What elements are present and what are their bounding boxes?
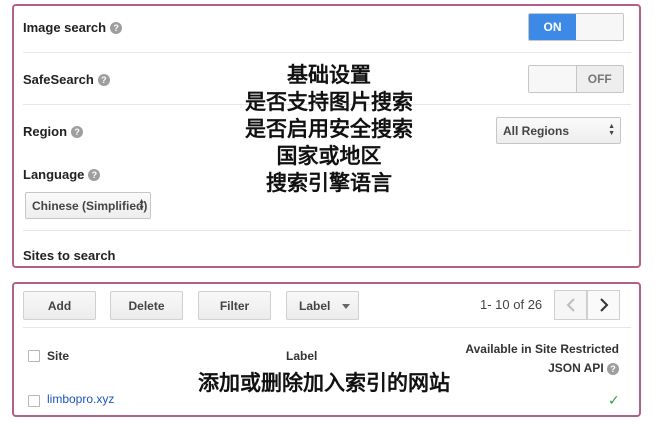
divider (23, 230, 631, 231)
annotation-line: 是否启用安全搜索 (245, 117, 413, 141)
help-icon[interactable]: ? (110, 21, 123, 34)
api-header-text: JSON API (548, 361, 604, 375)
sites-table-panel: Add Delete Filter Label 1- 10 of 26 Site… (12, 282, 641, 417)
annotation-line: 搜索引擎语言 (266, 171, 392, 195)
caret-down-icon (342, 304, 350, 309)
region-row-label: Region ? (23, 124, 84, 139)
annotation-basic-settings: 基础设置 是否支持图片搜索 是否启用安全搜索 国家或地区 搜索引擎语言 (204, 62, 454, 197)
filter-button[interactable]: Filter (198, 291, 271, 320)
next-page-button[interactable] (587, 290, 620, 320)
toggle-off-area[interactable] (576, 14, 623, 40)
toggle-off-state[interactable]: OFF (575, 66, 623, 92)
language-label: Language (23, 167, 85, 182)
divider (23, 327, 631, 328)
help-icon[interactable]: ? (71, 125, 84, 138)
pager-count: 1- 10 of 26 (480, 297, 543, 312)
select-all-checkbox[interactable] (28, 350, 40, 362)
safesearch-row-label: SafeSearch ? (23, 72, 110, 87)
annotation-line: 是否支持图片搜索 (245, 90, 413, 114)
label-column-header: Label (286, 349, 318, 363)
annotation-line: 国家或地区 (276, 144, 382, 168)
divider (23, 52, 631, 53)
sites-to-search-text: Sites to search (23, 248, 116, 263)
safesearch-toggle[interactable]: OFF (528, 65, 624, 93)
image-search-row-label: Image search ? (23, 20, 123, 35)
annotation-add-remove-sites: 添加或删除加入索引的网站 (198, 371, 450, 395)
prev-page-button[interactable] (554, 290, 587, 320)
sites-to-search-label: Sites to search (23, 248, 116, 263)
delete-button[interactable]: Delete (110, 291, 183, 320)
toggle-on-area[interactable] (529, 66, 576, 92)
safesearch-label: SafeSearch (23, 72, 94, 87)
region-select-value: All Regions (503, 123, 570, 138)
site-link[interactable]: limbopro.xyz (47, 392, 114, 406)
annotation-line: 基础设置 (287, 63, 371, 87)
select-arrows-icon: ▲ ▼ (608, 123, 615, 137)
api-header-line2: JSON API ? (465, 359, 619, 378)
language-select[interactable]: Chinese (Simplified) ▲ ▼ (25, 192, 151, 219)
help-icon[interactable]: ? (607, 363, 619, 375)
language-row-label: Language ? (23, 167, 101, 182)
api-column-header: Available in Site Restricted JSON API ? (465, 340, 619, 378)
api-header-line1: Available in Site Restricted (465, 342, 619, 356)
label-dropdown-text: Label (299, 298, 331, 313)
image-search-toggle[interactable]: ON (528, 13, 624, 41)
search-settings-panel: Image search ? ON SafeSearch ? OFF Regio… (12, 4, 641, 268)
add-button[interactable]: Add (23, 291, 96, 320)
image-search-label: Image search (23, 20, 107, 35)
row-checkbox[interactable] (28, 395, 40, 407)
chevron-left-icon (566, 298, 575, 312)
region-select[interactable]: All Regions ▲ ▼ (496, 117, 621, 144)
select-arrows-icon: ▲ ▼ (138, 198, 145, 212)
help-icon[interactable]: ? (97, 73, 110, 86)
region-label: Region (23, 124, 68, 139)
checkmark-icon: ✓ (608, 392, 620, 408)
chevron-right-icon (599, 298, 608, 312)
help-icon[interactable]: ? (88, 168, 101, 181)
language-select-value: Chinese (Simplified) (32, 198, 148, 213)
toggle-on-state[interactable]: ON (529, 14, 576, 40)
site-column-header[interactable]: Site (47, 349, 69, 363)
label-dropdown-button[interactable]: Label (286, 291, 359, 320)
